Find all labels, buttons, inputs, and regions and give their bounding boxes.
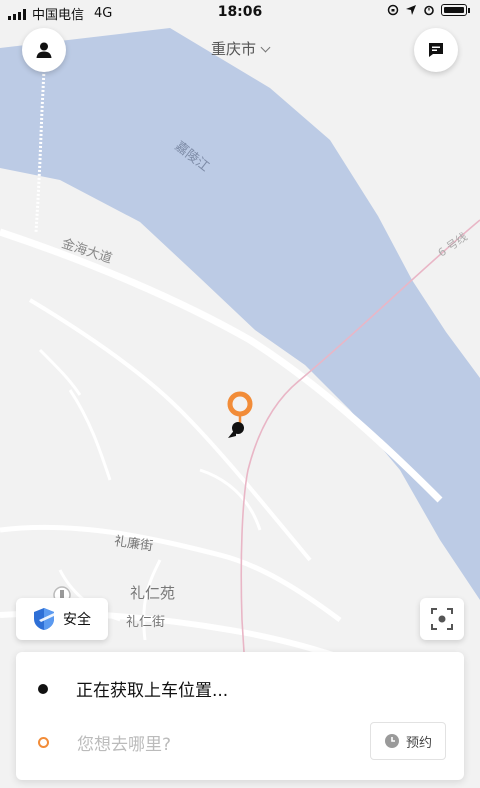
safety-button[interactable]: 安全 xyxy=(16,598,108,640)
destination-input[interactable]: 您想去哪里? xyxy=(77,730,171,755)
city-label: 重庆市 xyxy=(210,40,256,58)
pickup-text: 正在获取上车位置... xyxy=(76,681,229,701)
destination-row[interactable]: 您想去哪里? xyxy=(38,730,171,755)
locate-button[interactable] xyxy=(420,598,464,640)
label-area-1: 礼仁苑 xyxy=(130,584,175,602)
chevron-down-icon xyxy=(260,42,271,53)
reserve-button[interactable]: 预约 xyxy=(370,722,446,760)
location-arrow-icon xyxy=(406,5,416,15)
pickup-dot-icon xyxy=(38,683,48,694)
messages-button[interactable] xyxy=(414,28,458,72)
profile-button[interactable] xyxy=(22,28,66,72)
locate-icon xyxy=(431,608,453,630)
label-street-2: 礼仁街 xyxy=(126,614,165,630)
alarm-icon xyxy=(424,5,434,16)
lock-rotation-icon xyxy=(387,4,399,16)
city-selector[interactable]: 重庆市 xyxy=(190,38,290,59)
shield-icon xyxy=(34,608,54,630)
destination-dot-icon xyxy=(38,737,49,748)
person-icon xyxy=(36,42,52,58)
reserve-label: 预约 xyxy=(405,735,432,751)
clock-icon xyxy=(384,734,399,748)
pickup-row[interactable]: 正在获取上车位置... xyxy=(38,676,228,701)
battery-tip xyxy=(468,7,470,13)
trip-panel: 正在获取上车位置... 您想去哪里? 预约 xyxy=(16,652,464,780)
status-bar: 中国电信 4G 18:06 xyxy=(0,0,480,26)
safety-label: 安全 xyxy=(63,612,91,628)
chat-icon xyxy=(429,43,443,57)
battery-icon xyxy=(441,4,467,16)
status-right xyxy=(387,4,470,16)
